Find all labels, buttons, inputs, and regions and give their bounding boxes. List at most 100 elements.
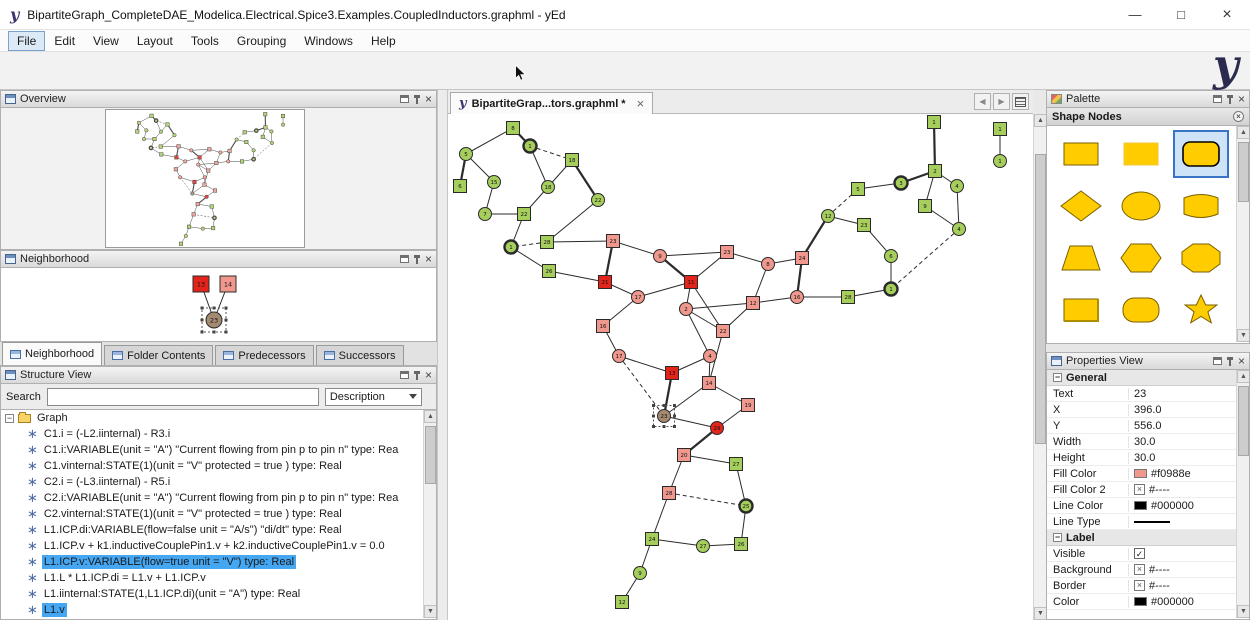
tab-list-icon[interactable] (1012, 93, 1029, 110)
palette-shape-trapezoid[interactable] (1053, 234, 1109, 282)
scroll-up-icon[interactable]: ▲ (1237, 126, 1250, 139)
minimize-button[interactable]: — (1112, 0, 1158, 29)
tree-item[interactable]: ∗L1.ICP.di:VARIABLE(flow=false unit = "A… (1, 522, 423, 538)
description-dropdown[interactable]: Description (325, 388, 422, 406)
tree-root[interactable]: − Graph (1, 410, 423, 426)
palette-shape-octagon[interactable] (1173, 234, 1229, 282)
tab-close-icon[interactable]: × (637, 96, 645, 111)
palette-section-header[interactable]: Shape Nodes × (1046, 108, 1250, 126)
tab-neighborhood[interactable]: Neighborhood (2, 342, 102, 365)
palette-scrollbar[interactable]: ▲ ▼ (1236, 126, 1249, 342)
property-value[interactable]: 30.0 (1129, 436, 1237, 448)
overview-pin-icon[interactable] (416, 95, 418, 104)
neighborhood-pin-icon[interactable] (416, 255, 418, 264)
property-value[interactable]: #000000 (1129, 596, 1237, 608)
property-value[interactable]: ×#---- (1129, 580, 1237, 592)
palette-shape-rectangle[interactable] (1053, 130, 1109, 178)
overview-thumbnail[interactable] (105, 109, 305, 248)
property-value[interactable]: 556.0 (1129, 420, 1237, 432)
palette-shape-star[interactable] (1173, 286, 1229, 334)
line-type-swatch[interactable] (1134, 521, 1170, 523)
tree-item[interactable]: ∗C2.vinternal:STATE(1)(unit = "V" protec… (1, 506, 423, 522)
menu-file[interactable]: File (8, 31, 45, 51)
document-tab[interactable]: y BipartiteGrap...tors.graphml * × (450, 92, 653, 114)
menu-windows[interactable]: Windows (295, 31, 362, 51)
maximize-button[interactable]: □ (1158, 0, 1204, 29)
tree-item[interactable]: ∗C1.i = (-L2.iinternal) - R3.i (1, 426, 423, 442)
canvas-scrollbar[interactable]: ▲ ▼ (1033, 114, 1046, 620)
palette-shape-plain-rectangle[interactable] (1113, 130, 1169, 178)
palette-shape-diamond[interactable] (1053, 182, 1109, 230)
tab-nav-left-icon[interactable]: ◀ (974, 93, 991, 110)
palette-shape-round-rectangle[interactable] (1173, 130, 1229, 178)
property-section[interactable]: −Label (1047, 530, 1237, 546)
no-color-icon[interactable]: × (1134, 484, 1145, 495)
property-value[interactable]: ✓ (1129, 548, 1237, 559)
property-value[interactable]: 23 (1129, 388, 1237, 400)
scroll-down-icon[interactable]: ▼ (1237, 329, 1250, 342)
property-value[interactable]: #f0988e (1129, 468, 1237, 480)
property-value[interactable]: ×#---- (1129, 484, 1237, 496)
collapse-section-icon[interactable]: × (1233, 111, 1244, 122)
palette-shape-rectangle-3d[interactable] (1053, 286, 1109, 334)
menu-grouping[interactable]: Grouping (228, 31, 295, 51)
tree-item[interactable]: ∗L1.iinternal:STATE(1,L1.ICP.di)(unit = … (1, 586, 423, 602)
structure-close-icon[interactable]: × (425, 370, 432, 380)
tab-folder-contents[interactable]: Folder Contents (104, 345, 213, 365)
palette-pin-icon[interactable] (1229, 95, 1231, 104)
scroll-thumb[interactable] (1238, 142, 1249, 202)
scroll-thumb[interactable] (1035, 154, 1046, 444)
scroll-up-icon[interactable]: ▲ (424, 410, 437, 423)
menu-layout[interactable]: Layout (128, 31, 182, 51)
palette-shape-round-rectangle-2[interactable] (1113, 286, 1169, 334)
menu-view[interactable]: View (84, 31, 128, 51)
tree-item[interactable]: ∗C1.vinternal:STATE(1)(unit = "V" protec… (1, 458, 423, 474)
properties-float-icon[interactable] (1213, 357, 1222, 365)
property-value[interactable]: 30.0 (1129, 452, 1237, 464)
expander-icon[interactable]: − (1053, 533, 1062, 542)
neighborhood-float-icon[interactable] (400, 255, 409, 263)
property-value[interactable]: ×#---- (1129, 564, 1237, 576)
fill-color-swatch[interactable] (1134, 469, 1147, 478)
scroll-thumb[interactable] (1238, 386, 1249, 456)
scroll-down-icon[interactable]: ▼ (424, 605, 437, 618)
menu-help[interactable]: Help (362, 31, 405, 51)
tree-item[interactable]: ∗C2.i = (-L3.iinternal) - R5.i (1, 474, 423, 490)
structure-pin-icon[interactable] (416, 371, 418, 380)
graph-canvas[interactable]: 8511815186722222812623211711923824161222… (448, 114, 1033, 620)
properties-scrollbar[interactable]: ▲ ▼ (1236, 370, 1249, 618)
menu-tools[interactable]: Tools (182, 31, 228, 51)
close-button[interactable]: × (1204, 0, 1250, 29)
properties-pin-icon[interactable] (1229, 357, 1231, 366)
tab-predecessors[interactable]: Predecessors (215, 345, 313, 365)
palette-close-icon[interactable]: × (1238, 94, 1245, 104)
menu-edit[interactable]: Edit (45, 31, 84, 51)
expander-icon[interactable]: − (5, 414, 14, 423)
property-value[interactable]: #000000 (1129, 500, 1237, 512)
overview-float-icon[interactable] (400, 95, 409, 103)
scroll-down-icon[interactable]: ▼ (1237, 605, 1250, 618)
palette-shape-hexagon[interactable] (1113, 234, 1169, 282)
scroll-thumb[interactable] (425, 426, 436, 484)
no-color-icon[interactable]: × (1134, 564, 1145, 575)
property-value[interactable]: 396.0 (1129, 404, 1237, 416)
property-section[interactable]: −General (1047, 370, 1237, 386)
label-color-swatch[interactable] (1134, 597, 1147, 606)
tree-item[interactable]: ∗L1.L * L1.ICP.di = L1.v + L1.ICP.v (1, 570, 423, 586)
vertical-splitter[interactable] (437, 90, 448, 620)
tab-successors[interactable]: Successors (316, 345, 404, 365)
search-input[interactable] (47, 388, 319, 406)
expander-icon[interactable]: − (1053, 373, 1062, 382)
scroll-up-icon[interactable]: ▲ (1237, 370, 1250, 383)
property-value[interactable] (1129, 521, 1237, 523)
structure-float-icon[interactable] (400, 371, 409, 379)
palette-float-icon[interactable] (1213, 95, 1222, 103)
tree-item[interactable]: ∗C1.i:VARIABLE(unit = "A") "Current flow… (1, 442, 423, 458)
tree-item-selected[interactable]: ∗L1.v (1, 602, 423, 618)
tab-nav-right-icon[interactable]: ▶ (993, 93, 1010, 110)
line-color-swatch[interactable] (1134, 501, 1147, 510)
overview-close-icon[interactable]: × (425, 94, 432, 104)
checkbox-checked-icon[interactable]: ✓ (1134, 548, 1145, 559)
neighborhood-close-icon[interactable]: × (425, 254, 432, 264)
palette-shape-barrel[interactable] (1173, 182, 1229, 230)
